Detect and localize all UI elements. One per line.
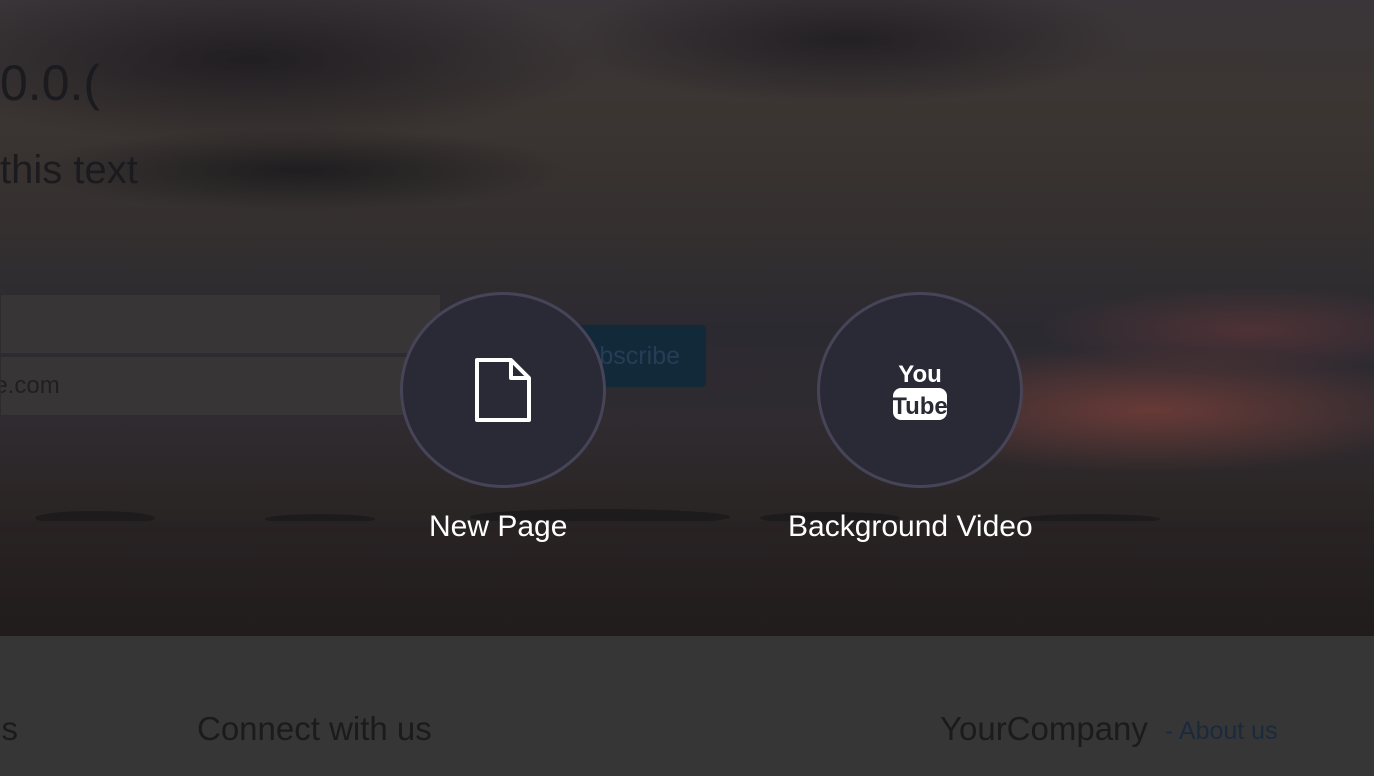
background-video-label: Background Video bbox=[788, 510, 1033, 543]
footer-heading-connect: Connect with us bbox=[197, 710, 432, 747]
new-page-label: New Page bbox=[429, 510, 568, 543]
about-us-link[interactable]: - About us bbox=[1165, 717, 1278, 746]
file-icon bbox=[475, 358, 531, 422]
youtube-icon: You Tube bbox=[892, 361, 948, 420]
background-video-button[interactable]: You Tube bbox=[817, 292, 1023, 488]
hero-subtitle: this text bbox=[0, 148, 138, 192]
email-field-value: le.com bbox=[1, 372, 60, 399]
sea bbox=[0, 522, 1374, 636]
footer-heading-company: YourCompany bbox=[940, 710, 1148, 747]
youtube-icon-text-bottom: Tube bbox=[892, 393, 948, 420]
hero-background: ).0.0 this text le.com Subscribe bbox=[0, 0, 1374, 636]
footer-heading-left: s bbox=[1, 710, 19, 747]
youtube-icon-text-top: You bbox=[898, 361, 942, 388]
email-field[interactable]: le.com bbox=[0, 356, 440, 416]
hero-title: ).0.0 bbox=[0, 55, 101, 111]
name-field[interactable] bbox=[0, 294, 440, 354]
footer: s Connect with us YourCompany - About us bbox=[0, 636, 1374, 776]
page: ).0.0 this text le.com Subscribe New Pag… bbox=[0, 0, 1374, 776]
new-page-button[interactable] bbox=[400, 292, 606, 488]
